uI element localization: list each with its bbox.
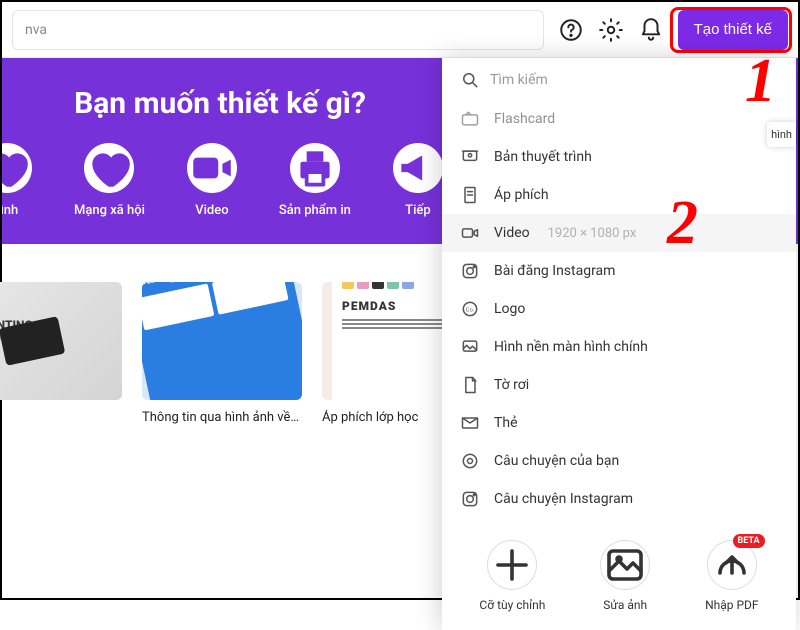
custom-size-button[interactable]: Cỡ tùy chỉnh bbox=[479, 540, 545, 612]
menu-poster[interactable]: Áp phích bbox=[442, 176, 796, 214]
image-icon bbox=[600, 540, 650, 590]
menu-wallpaper[interactable]: Hình nền màn hình chính bbox=[442, 328, 796, 366]
annotation-number-2: 2 bbox=[667, 188, 698, 259]
menu-label: Áp phích bbox=[494, 187, 549, 203]
category-item[interactable]: Video bbox=[187, 143, 237, 218]
panel-search[interactable]: Tìm kiếm bbox=[442, 58, 796, 102]
template-card[interactable]: THE ART OF Calligraphy Thông tin qua hìn… bbox=[142, 282, 302, 425]
plus-icon bbox=[487, 540, 537, 590]
menu-flyer[interactable]: Tờ rơi bbox=[442, 366, 796, 404]
help-icon[interactable] bbox=[558, 17, 584, 43]
template-card[interactable]: RESENTING der presentations bbox=[0, 282, 122, 425]
menu-instagram-post[interactable]: Bài đăng Instagram bbox=[442, 252, 796, 290]
menu-label: Câu chuyện của bạn bbox=[494, 453, 619, 469]
cat-label: Tiếp bbox=[405, 203, 431, 218]
story-icon bbox=[460, 451, 480, 471]
menu-card[interactable]: Thẻ bbox=[442, 404, 796, 442]
search-icon bbox=[460, 70, 480, 90]
video-icon bbox=[460, 223, 480, 243]
print-icon bbox=[290, 143, 340, 193]
bottom-label: Sửa ảnh bbox=[603, 598, 647, 612]
gear-icon[interactable] bbox=[598, 17, 624, 43]
edit-photo-button[interactable]: Sửa ảnh bbox=[600, 540, 650, 612]
poster-icon bbox=[460, 185, 480, 205]
category-item[interactable]: rình bbox=[2, 143, 32, 218]
cat-label: rình bbox=[2, 203, 18, 218]
wallpaper-icon bbox=[460, 337, 480, 357]
menu-label: Câu chuyện Instagram bbox=[494, 491, 633, 507]
instagram-icon bbox=[460, 261, 480, 281]
search-placeholder: nva bbox=[25, 22, 47, 38]
side-chip[interactable]: hình bbox=[767, 122, 796, 147]
menu-your-story[interactable]: Câu chuyện của bạn bbox=[442, 442, 796, 480]
instagram-icon bbox=[460, 489, 480, 509]
logo-icon: Co. bbox=[460, 299, 480, 319]
menu-meta: 1920 × 1080 px bbox=[548, 226, 637, 241]
menu-label: Video bbox=[494, 225, 530, 241]
menu-label: Bản thuyết trình bbox=[494, 149, 592, 165]
flashcard-icon bbox=[460, 109, 480, 129]
menu-label: Bài đăng Instagram bbox=[494, 263, 615, 279]
bottom-label: Nhập PDF bbox=[705, 598, 759, 612]
menu-logo[interactable]: Co. Logo bbox=[442, 290, 796, 328]
megaphone-icon bbox=[393, 143, 443, 193]
category-item[interactable]: Sản phẩm in bbox=[279, 143, 351, 218]
beta-badge: BETA bbox=[733, 534, 765, 548]
bottom-label: Cỡ tùy chỉnh bbox=[479, 598, 545, 612]
menu-label: Thẻ bbox=[494, 415, 518, 431]
panel-bottom-row: Cỡ tùy chỉnh Sửa ảnh BETA Nhập PDF bbox=[442, 518, 796, 616]
menu-presentation[interactable]: Bản thuyết trình bbox=[442, 138, 796, 176]
heart-icon bbox=[84, 143, 134, 193]
cat-label: Sản phẩm in bbox=[279, 203, 351, 218]
card-thumbnail: THE ART OF Calligraphy bbox=[142, 282, 302, 400]
menu-label: Tờ rơi bbox=[494, 377, 529, 393]
cat-label: Video bbox=[195, 203, 228, 218]
menu-label: Hình nền màn hình chính bbox=[494, 339, 648, 355]
bell-icon[interactable] bbox=[638, 17, 664, 43]
menu-label: Logo bbox=[494, 301, 525, 317]
search-input[interactable]: nva bbox=[12, 10, 544, 50]
card-thumbnail: RESENTING der presentations bbox=[0, 282, 122, 400]
presentation-icon bbox=[460, 147, 480, 167]
menu-video[interactable]: Video 1920 × 1080 px bbox=[442, 214, 796, 252]
menu-instagram-story[interactable]: Câu chuyện Instagram bbox=[442, 480, 796, 518]
category-item[interactable]: Mạng xã hội bbox=[74, 143, 145, 218]
category-item[interactable]: Tiếp bbox=[393, 143, 443, 218]
heart-icon bbox=[2, 143, 32, 193]
cat-label: Mạng xã hội bbox=[74, 203, 145, 218]
panel-search-placeholder: Tìm kiếm bbox=[490, 72, 548, 88]
video-icon bbox=[187, 143, 237, 193]
menu-label: Flashcard bbox=[494, 111, 555, 127]
flyer-icon bbox=[460, 375, 480, 395]
annotation-number-1: 1 bbox=[745, 46, 776, 117]
create-design-dropdown: Tìm kiếm Flashcard Bản thuyết trình Áp p… bbox=[442, 58, 796, 630]
menu-flashcard[interactable]: Flashcard bbox=[442, 100, 796, 138]
card-label: Thông tin qua hình ảnh về ... bbox=[142, 410, 302, 425]
svg-text:Co.: Co. bbox=[466, 308, 475, 314]
import-pdf-button[interactable]: BETA Nhập PDF bbox=[705, 540, 759, 612]
card-icon bbox=[460, 413, 480, 433]
